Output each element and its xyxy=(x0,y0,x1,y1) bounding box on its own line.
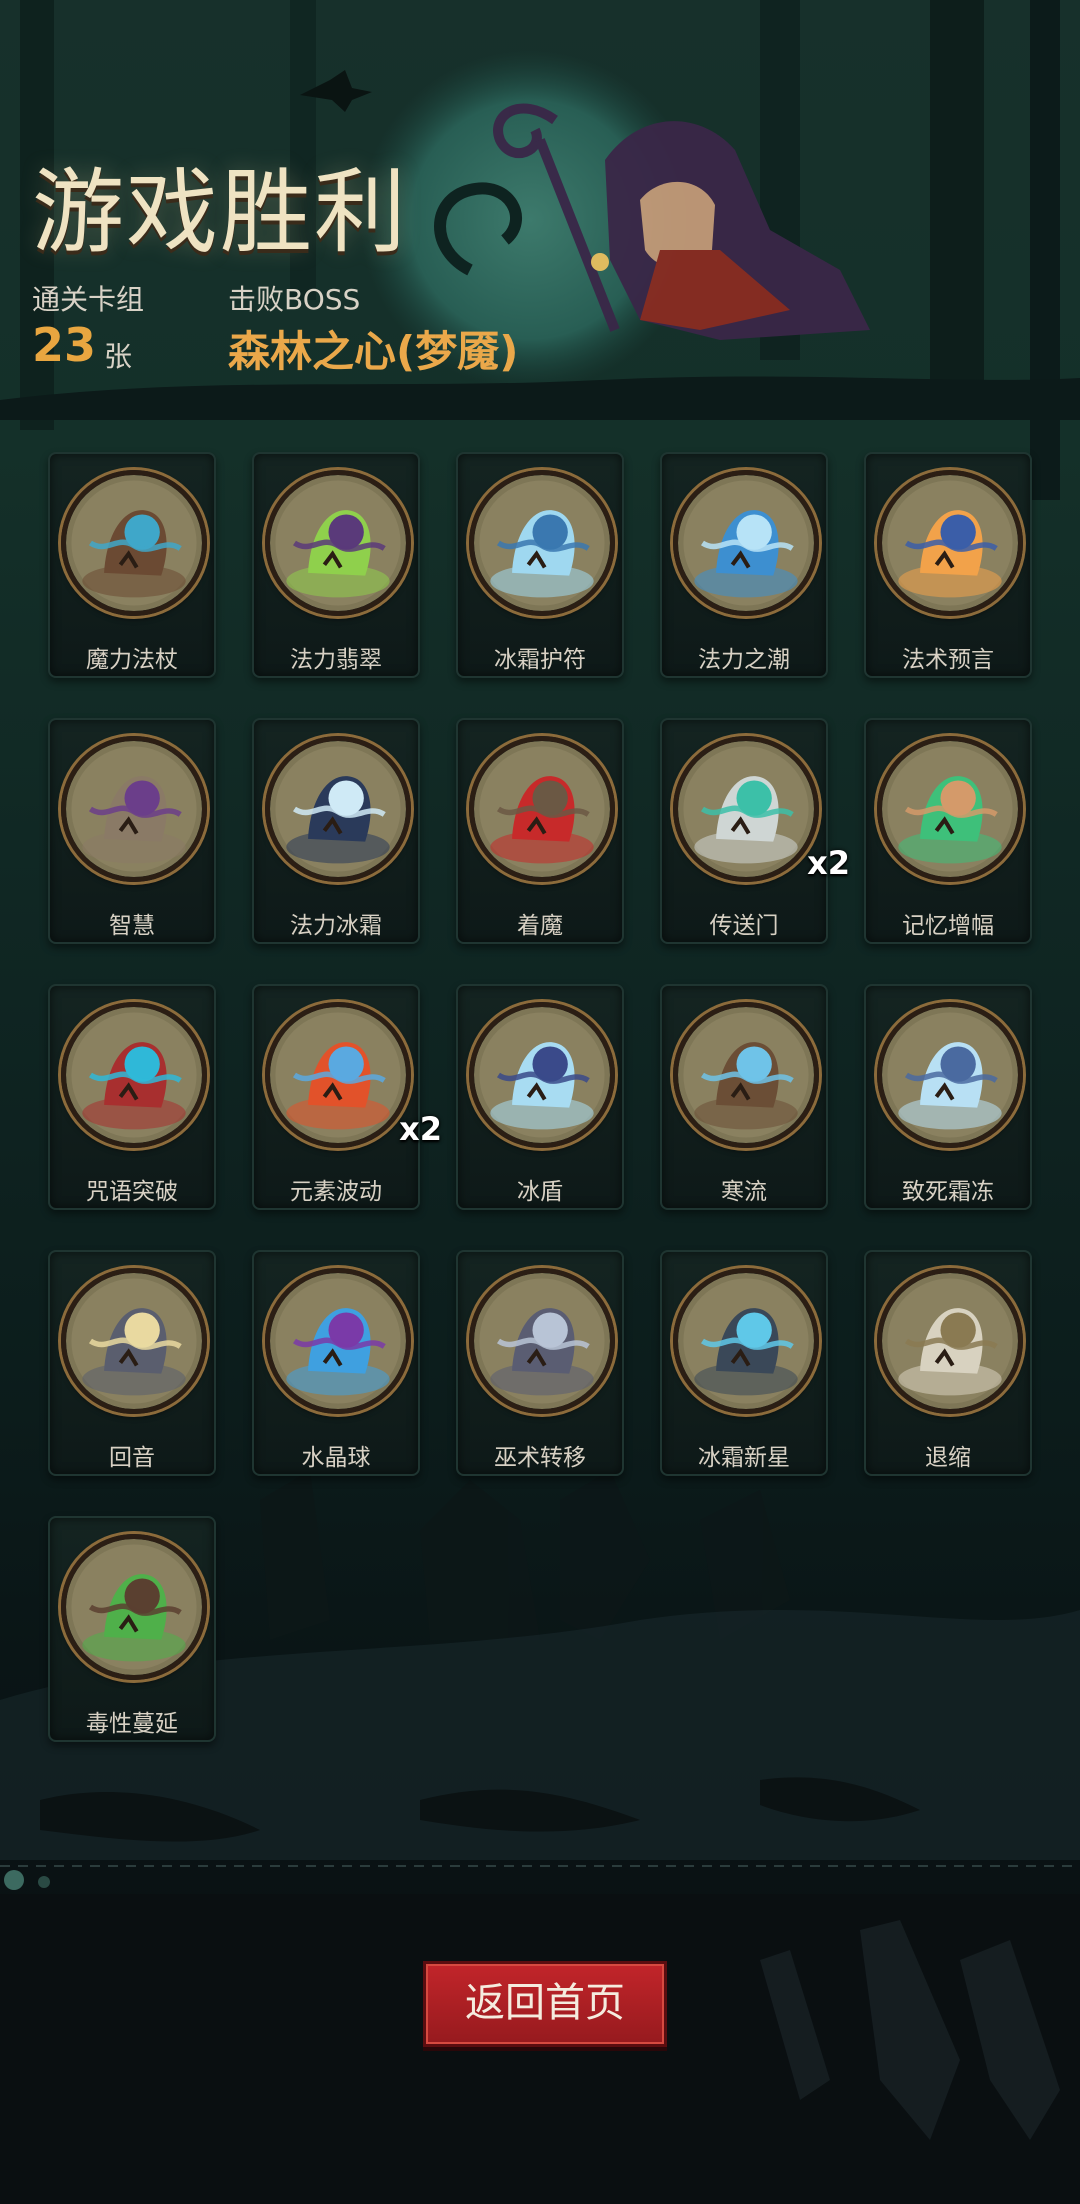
page-title: 游戏胜利 xyxy=(32,159,409,266)
portal-icon xyxy=(673,736,819,882)
card-name: 毒性蔓延 xyxy=(86,1711,178,1737)
deadly-frost-icon xyxy=(877,1002,1023,1148)
werewolf-icon xyxy=(61,1268,207,1414)
card-name: 冰盾 xyxy=(517,1179,563,1205)
card-name: 水晶球 xyxy=(301,1445,371,1471)
deck-card[interactable]: 水晶球 xyxy=(252,1250,420,1476)
card-name: 咒语突破 xyxy=(86,1179,178,1205)
cold-current-icon xyxy=(673,1002,819,1148)
wizard-icon xyxy=(469,1268,615,1414)
card-multiplier-badge: x2 xyxy=(807,844,850,882)
brain-icon xyxy=(877,736,1023,882)
deck-card[interactable]: 法力翡翠 xyxy=(252,452,420,678)
deck-card[interactable]: 咒语突破 xyxy=(48,984,216,1210)
frost-nova-icon xyxy=(673,1268,819,1414)
card-name: 冰霜新星 xyxy=(698,1445,790,1471)
boss-label: 击败BOSS xyxy=(228,283,361,316)
deck-card[interactable]: 魔力法杖 xyxy=(48,452,216,678)
return-home-button[interactable]: 返回首页 xyxy=(423,1961,667,2047)
deck-card[interactable]: 冰霜护符 xyxy=(456,452,624,678)
deck-label: 通关卡组 xyxy=(32,283,145,316)
poison-spread-icon xyxy=(61,1534,207,1680)
card-name: 退缩 xyxy=(925,1445,971,1471)
deck-card[interactable]: 记忆增幅 xyxy=(864,718,1032,944)
retreat-icon xyxy=(877,1268,1023,1414)
boss-name: 森林之心(梦魇) xyxy=(228,327,519,376)
deck-card[interactable]: 智慧 xyxy=(48,718,216,944)
card-multiplier-badge: x2 xyxy=(399,1110,442,1148)
card-name: 着魔 xyxy=(517,913,563,939)
possessed-icon xyxy=(469,736,615,882)
deck-card[interactable]: 冰霜新星 xyxy=(660,1250,828,1476)
deck-card[interactable]: 致死霜冻 xyxy=(864,984,1032,1210)
deck-unit: 张 xyxy=(104,340,133,373)
deck-card[interactable]: 元素波动 x2 xyxy=(252,984,442,1210)
crystal-ball-icon xyxy=(265,1268,411,1414)
card-name: 元素波动 xyxy=(290,1179,382,1205)
card-name: 传送门 xyxy=(709,913,779,939)
orb-prophecy-icon xyxy=(877,470,1023,616)
staff-icon xyxy=(61,470,207,616)
card-name: 魔力法杖 xyxy=(86,647,178,673)
card-name: 法力翡翠 xyxy=(290,647,382,673)
deck-card-grid: 魔力法杖 法力翡翠 冰霜护符 法力之潮 法术预言智慧 法力冰霜 着魔 传送门 x2 记忆增幅咒语突… xyxy=(48,452,1032,1742)
card-name: 记忆增幅 xyxy=(902,913,994,939)
card-name: 回音 xyxy=(109,1445,155,1471)
deck-card[interactable]: 法力冰霜 xyxy=(252,718,420,944)
spell-break-icon xyxy=(61,1002,207,1148)
deck-card[interactable]: 回音 xyxy=(48,1250,216,1476)
deck-card[interactable]: 退缩 xyxy=(864,1250,1032,1476)
ice-shield-icon xyxy=(469,1002,615,1148)
deck-card[interactable]: 法术预言 xyxy=(864,452,1032,678)
deck-card[interactable]: 毒性蔓延 xyxy=(48,1516,216,1742)
wave-icon xyxy=(673,470,819,616)
card-name: 法力之潮 xyxy=(698,647,790,673)
wise-man-icon xyxy=(61,736,207,882)
card-name: 智慧 xyxy=(109,913,155,939)
card-name: 法术预言 xyxy=(902,647,994,673)
deck-card[interactable]: 巫术转移 xyxy=(456,1250,624,1476)
deck-count: 23 xyxy=(32,318,97,372)
frost-amulet-icon xyxy=(469,470,615,616)
frost-hands-icon xyxy=(265,736,411,882)
card-name: 致死霜冻 xyxy=(902,1179,994,1205)
emerald-icon xyxy=(265,470,411,616)
card-name: 冰霜护符 xyxy=(494,647,586,673)
deck-card[interactable]: 着魔 xyxy=(456,718,624,944)
card-name: 寒流 xyxy=(721,1179,767,1205)
card-name: 巫术转移 xyxy=(494,1445,586,1471)
elemental-wave-icon xyxy=(265,1002,411,1148)
deck-card[interactable]: 寒流 xyxy=(660,984,828,1210)
card-name: 法力冰霜 xyxy=(290,913,382,939)
deck-card[interactable]: 冰盾 xyxy=(456,984,624,1210)
deck-card[interactable]: 法力之潮 xyxy=(660,452,828,678)
deck-card[interactable]: 传送门 x2 xyxy=(660,718,850,944)
